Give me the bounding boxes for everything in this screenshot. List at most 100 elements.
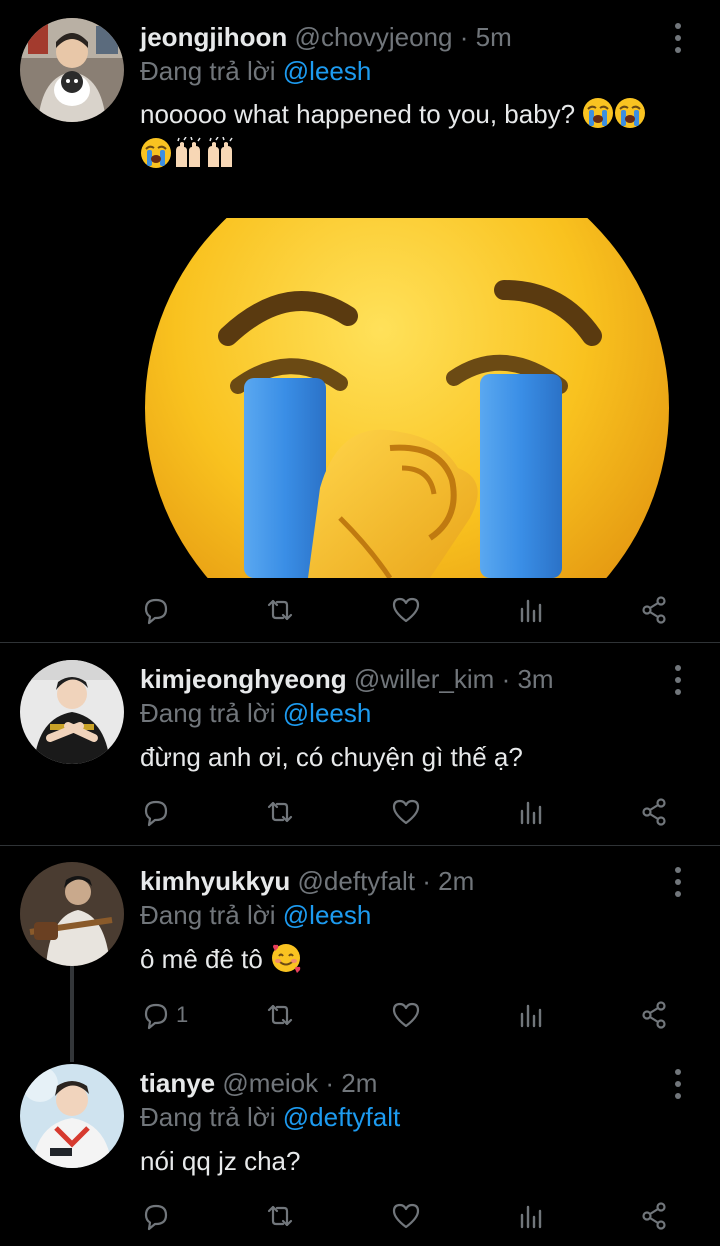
retweet-icon <box>267 801 293 823</box>
reply-feed: jeongjihoon @chovyjeong · 5m Đang trả lờ… <box>0 0 720 1246</box>
tweet-kimjeonghyeong[interactable]: kimjeonghyeong @willer_kim · 3m Đang trả… <box>0 643 720 845</box>
more-options-button[interactable] <box>668 1069 688 1099</box>
share-icon <box>642 1202 666 1230</box>
separator-dot: · <box>325 1068 335 1098</box>
user-handle[interactable]: @chovyjeong <box>295 22 453 52</box>
mention-link[interactable]: @leesh <box>283 56 372 86</box>
views-icon <box>520 1205 542 1229</box>
loudly-crying-face-emoji <box>614 97 646 137</box>
share-icon <box>642 1001 666 1029</box>
more-vertical-icon <box>675 665 681 671</box>
display-name[interactable]: kimjeonghyeong <box>140 664 347 694</box>
tweet-jeongjihoon[interactable]: jeongjihoon @chovyjeong · 5m Đang trả lờ… <box>0 0 720 642</box>
like-button[interactable] <box>390 995 422 1035</box>
views-button[interactable] <box>516 995 548 1035</box>
display-name[interactable]: kimhyukkyu <box>140 866 290 896</box>
like-button[interactable] <box>390 792 422 832</box>
like-button[interactable] <box>390 590 422 630</box>
mention-link[interactable]: @deftyfalt <box>283 1102 400 1132</box>
timestamp[interactable]: 3m <box>517 664 553 694</box>
tweet-actions <box>140 792 680 832</box>
more-options-button[interactable] <box>668 665 688 695</box>
loudly-crying-face-emoji <box>140 137 172 177</box>
avatar[interactable] <box>20 1064 124 1168</box>
tweet-media-image[interactable] <box>140 218 674 578</box>
heart-icon <box>392 1002 420 1028</box>
share-button[interactable] <box>638 1196 670 1236</box>
display-name[interactable]: tianye <box>140 1068 215 1098</box>
reply-button[interactable]: 1 <box>140 995 188 1035</box>
mention-link[interactable]: @leesh <box>283 900 372 930</box>
user-handle[interactable]: @meiok <box>222 1068 318 1098</box>
reply-icon <box>144 1204 168 1231</box>
tweet-text-content: ô mê đê tô <box>140 944 263 974</box>
reply-icon <box>144 1003 168 1030</box>
mention-link[interactable]: @leesh <box>283 698 372 728</box>
replying-to-label: Đang trả lời <box>140 1102 283 1132</box>
more-options-button[interactable] <box>668 23 688 53</box>
views-button[interactable] <box>516 1196 548 1236</box>
replying-to: Đang trả lời @leesh <box>140 696 371 730</box>
user-handle[interactable]: @willer_kim <box>354 664 495 694</box>
views-icon <box>520 801 542 825</box>
separator-dot: · <box>501 664 511 694</box>
loudly-crying-face-emoji <box>582 97 614 137</box>
more-options-button[interactable] <box>668 867 688 897</box>
share-button[interactable] <box>638 792 670 832</box>
views-button[interactable] <box>516 590 548 630</box>
tweet-header: tianye @meiok · 2m <box>140 1066 377 1100</box>
share-button[interactable] <box>638 590 670 630</box>
retweet-icon <box>267 1205 293 1227</box>
display-name[interactable]: jeongjihoon <box>140 22 287 52</box>
replying-to-label: Đang trả lời <box>140 900 283 930</box>
avatar[interactable] <box>20 660 124 764</box>
reply-count: 1 <box>176 1002 189 1027</box>
retweet-button[interactable] <box>264 590 296 630</box>
timestamp[interactable]: 2m <box>438 866 474 896</box>
tweet-text: nói qq jz cha? <box>140 1144 700 1178</box>
tweet-kimhyukkyu[interactable]: kimhyukkyu @deftyfalt · 2m Đang trả lời … <box>0 846 720 1046</box>
tweet-text: ô mê đê tô <box>140 942 700 982</box>
tweet-header: kimjeonghyeong @willer_kim · 3m <box>140 662 554 696</box>
reply-button[interactable] <box>140 590 176 630</box>
tweet-text: đừng anh ơi, có chuyện gì thế ạ? <box>140 740 700 774</box>
tweet-text-content: nooooo what happened to you, baby? <box>140 99 576 129</box>
heart-icon <box>392 597 420 623</box>
more-vertical-icon <box>675 1069 681 1075</box>
share-icon <box>642 596 666 624</box>
avatar[interactable] <box>20 862 124 966</box>
replying-to: Đang trả lời @deftyfalt <box>140 1100 400 1134</box>
separator-dot: · <box>459 22 469 52</box>
views-icon <box>520 1004 542 1028</box>
tweet-tianye[interactable]: tianye @meiok · 2m Đang trả lời @deftyfa… <box>0 1048 720 1246</box>
reply-button[interactable] <box>140 792 176 832</box>
reply-icon <box>144 800 168 827</box>
separator-dot: · <box>422 866 431 896</box>
retweet-button[interactable] <box>264 995 296 1035</box>
replying-to-label: Đang trả lời <box>140 698 283 728</box>
timestamp[interactable]: 5m <box>476 22 512 52</box>
views-button[interactable] <box>516 792 548 832</box>
replying-to: Đang trả lời @leesh <box>140 898 371 932</box>
tweet-text: nooooo what happened to you, baby? <box>140 97 700 177</box>
heart-icon <box>392 1203 420 1229</box>
retweet-icon <box>267 599 293 621</box>
tweet-text-content: đừng anh ơi, có chuyện gì thế ạ? <box>140 742 523 772</box>
smiling-face-with-hearts-emoji <box>270 942 302 982</box>
reply-button[interactable] <box>140 1196 176 1236</box>
retweet-button[interactable] <box>264 792 296 832</box>
share-icon <box>642 798 666 826</box>
retweet-icon <box>267 1004 293 1026</box>
share-button[interactable] <box>638 995 670 1035</box>
tweet-text-content: nói qq jz cha? <box>140 1146 301 1176</box>
retweet-button[interactable] <box>264 1196 296 1236</box>
like-button[interactable] <box>390 1196 422 1236</box>
loudly-crying-face-emoji-image <box>145 218 669 578</box>
more-vertical-icon <box>675 23 681 29</box>
user-handle[interactable]: @deftyfalt <box>298 866 415 896</box>
timestamp[interactable]: 2m <box>341 1068 377 1098</box>
raising-hands-emoji <box>172 136 204 177</box>
avatar[interactable] <box>20 18 124 122</box>
views-icon <box>520 599 542 623</box>
replying-to-label: Đang trả lời <box>140 56 283 86</box>
